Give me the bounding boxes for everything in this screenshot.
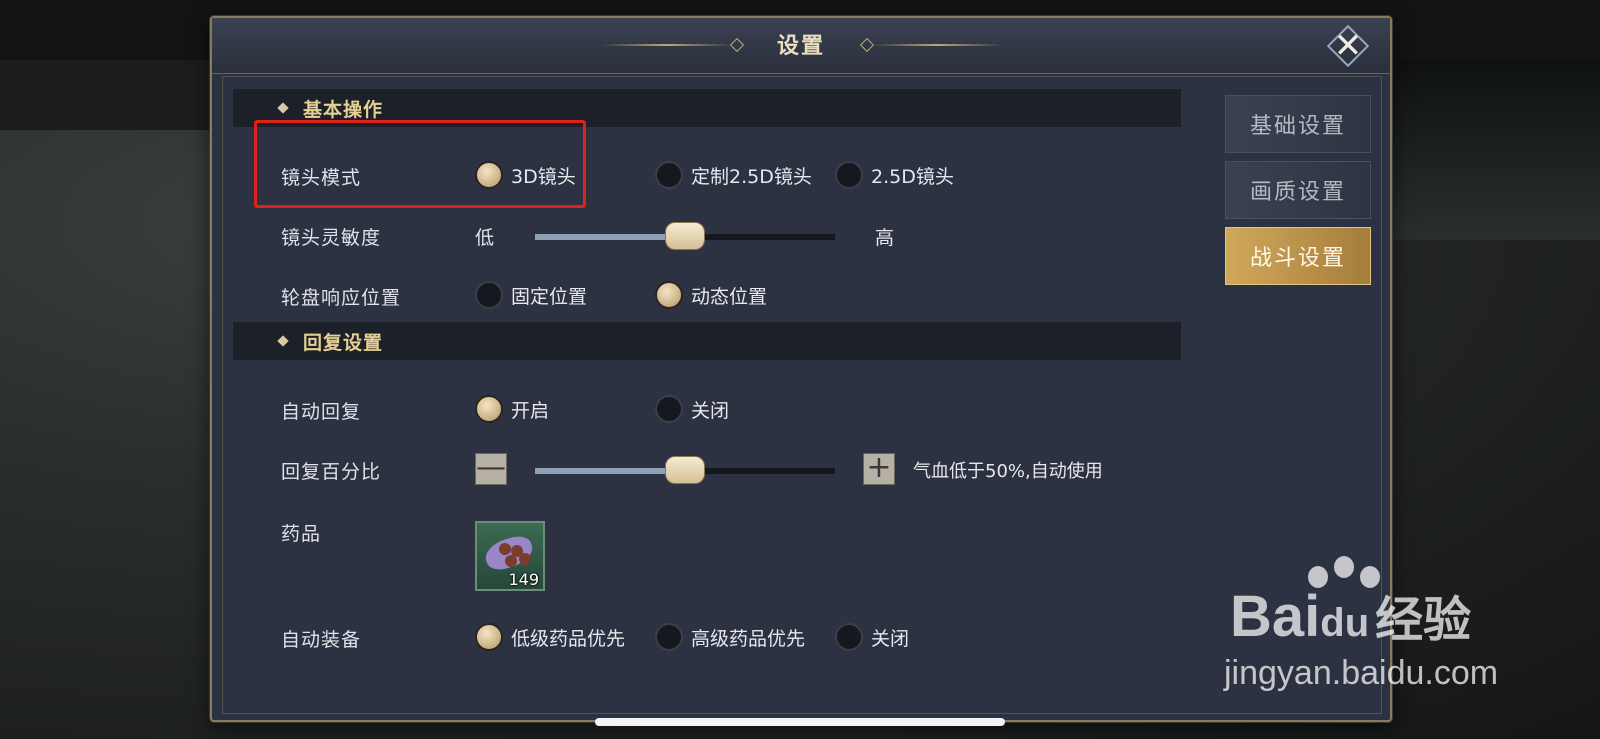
home-indicator[interactable] [595,718,1005,726]
medicine-label: 药品 [281,523,322,545]
item-count: 149 [508,570,539,589]
radio-dot-selected [475,395,503,423]
tab-basic-settings[interactable]: 基础设置 [1225,95,1371,153]
radio-dot [655,623,683,651]
scenery-shadow-right [1392,60,1600,240]
section-title-recovery: 回复设置 [303,331,384,354]
watermark-paw-icon [1334,556,1354,578]
radio-label: 关闭 [871,627,910,650]
radio-dot [835,623,863,651]
radio-label: 高级药品优先 [691,627,806,650]
tab-graphics-settings[interactable]: 画质设置 [1225,161,1371,219]
dialog-titlebar: 设置 ✕ [212,18,1390,74]
radio-equip-off[interactable]: 关闭 [835,623,909,651]
watermark-brand: Baidu 经验 [1230,580,1471,650]
recover-percent-slider[interactable] [535,456,835,484]
section-header-recovery: 回复设置 [233,322,1181,360]
radio-dot [655,161,683,189]
diamond-icon [277,102,289,114]
radio-auto-recover-on[interactable]: 开启 [475,395,549,423]
radio-label: 低级药品优先 [511,627,626,650]
pill-icon [499,543,511,555]
auto-recover-label: 自动回复 [281,401,362,423]
radio-equip-high-first[interactable]: 高级药品优先 [655,623,805,651]
radio-dot [835,161,863,189]
section-title-basic: 基本操作 [303,98,384,121]
radio-label: 开启 [511,399,550,422]
recover-percent-label: 回复百分比 [281,461,382,483]
radio-label: 关闭 [691,399,730,422]
radio-label: 2.5D镜头 [871,165,954,188]
watermark-brand-suffix: du [1320,601,1370,645]
radio-dot [475,281,503,309]
dialog-title: 设置 [776,34,825,59]
medicine-item-slot[interactable]: 149 [475,521,545,591]
radio-dot-selected [475,623,503,651]
slider-knob[interactable] [665,222,705,250]
radio-auto-recover-off[interactable]: 关闭 [655,395,729,423]
watermark-brand-text: Bai [1230,584,1321,649]
decrease-button[interactable]: — [475,453,507,485]
radio-camera-25d[interactable]: 2.5D镜头 [835,161,954,189]
radio-dot [655,395,683,423]
auto-equip-label: 自动装备 [281,629,362,651]
radio-camera-custom-25d[interactable]: 定制2.5D镜头 [655,161,812,189]
pill-icon [505,555,517,567]
close-icon: ✕ [1333,26,1363,66]
slider-fill [535,234,685,240]
scenery-shadow-left [0,60,210,130]
minus-icon: — [476,450,506,485]
camera-sensitivity-label: 镜头灵敏度 [281,227,382,249]
diamond-icon [277,335,289,347]
highlight-box-camera-mode [254,120,586,208]
radio-dot-selected [655,281,683,309]
sensitivity-low-label: 低 [475,227,495,249]
radio-label: 动态位置 [691,285,768,308]
watermark-brand-cn: 经验 [1375,594,1472,647]
slider-knob[interactable] [665,456,705,484]
watermark-url: jingyan.baidu.com [1224,654,1499,692]
title-ornament-right [872,44,1002,46]
radio-wheel-dynamic[interactable]: 动态位置 [655,281,767,309]
camera-sensitivity-slider[interactable] [535,222,835,250]
slider-fill [535,468,685,474]
radio-equip-low-first[interactable]: 低级药品优先 [475,623,625,651]
radio-label: 固定位置 [511,285,588,308]
tab-battle-settings[interactable]: 战斗设置 [1225,227,1371,285]
wheel-position-label: 轮盘响应位置 [281,287,402,309]
radio-label: 定制2.5D镜头 [691,165,812,188]
increase-button[interactable]: + [863,453,895,485]
plus-icon: + [866,450,892,485]
sensitivity-high-label: 高 [875,227,895,249]
radio-wheel-fixed[interactable]: 固定位置 [475,281,587,309]
close-button[interactable]: ✕ [1328,26,1368,66]
pill-icon [519,553,531,565]
recover-percent-description: 气血低于50%,自动使用 [913,461,1103,482]
